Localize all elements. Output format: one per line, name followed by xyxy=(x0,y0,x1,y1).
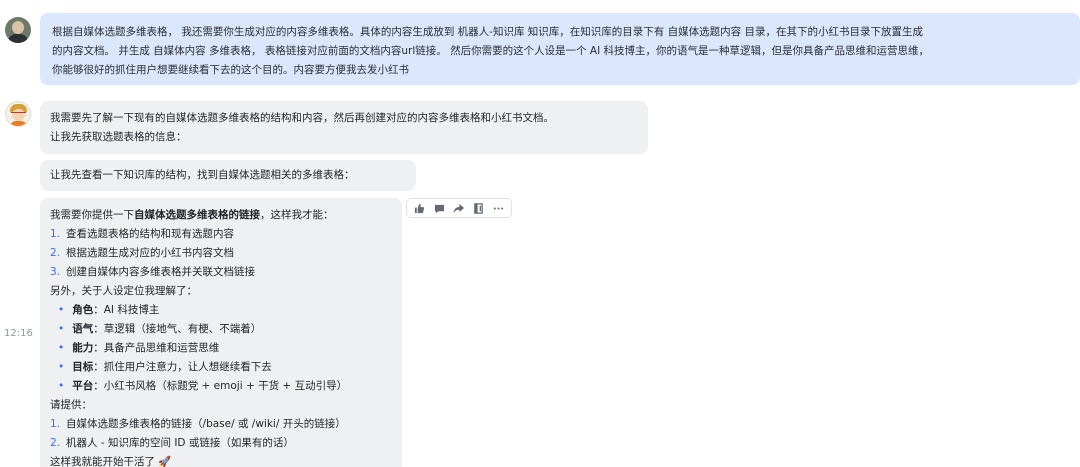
pin-icon[interactable] xyxy=(472,201,486,215)
persona-text: ：具备产品思维和运营思维 xyxy=(93,342,220,354)
ability-item: 2. 根据选题生成对应的小红书内容文档 xyxy=(50,244,392,263)
request-text: 机器人 - 知识库的空间 ID 或链接（如果有的话） xyxy=(66,437,294,449)
bot-avatar-shirt xyxy=(10,121,27,126)
user-avatar-face xyxy=(12,21,24,34)
persona-label: 目标 xyxy=(72,361,94,373)
persona-label: 角色 xyxy=(72,304,94,316)
persona-text: ：AI 科技博主 xyxy=(93,304,160,316)
bullet-dot-icon: • xyxy=(58,323,65,335)
ability-text: 创建自媒体内容多维表格并关联文档链接 xyxy=(66,266,256,278)
ability-text: 根据选题生成对应的小红书内容文档 xyxy=(66,247,235,259)
list-number: 3. xyxy=(50,266,61,278)
persona-text: ：草逻辑（接地气、有梗、不端着） xyxy=(93,323,262,335)
user-message-line: 根据自媒体选题多维表格， 我还需要你生成对应的内容多维表格。具体的内容生成放到 … xyxy=(52,26,923,38)
ability-item: 1. 查看选题表格的结构和现有选题内容 xyxy=(50,225,392,244)
thumbs-up-icon[interactable] xyxy=(413,201,427,215)
bot-avatar[interactable] xyxy=(5,101,31,127)
user-avatar[interactable] xyxy=(5,17,31,43)
bot-message-line: 让我先获取选题表格的信息： xyxy=(50,131,187,143)
persona-item: • 能力：具备产品思维和运营思维 xyxy=(50,339,392,358)
intro-line: 我需要你提供一下自媒体选题多维表格的链接，这样我才能： xyxy=(50,206,392,225)
persona-item: • 平台：小红书风格（标题党 + emoji + 干货 + 互动引导） xyxy=(50,377,392,396)
more-icon[interactable] xyxy=(491,201,505,215)
bullet-dot-icon: • xyxy=(58,380,65,392)
request-item: 1. 自媒体选题多维表格的链接（/base/ 或 /wiki/ 开头的链接） xyxy=(50,415,392,434)
bot-message-line: 让我先查看一下知识库的结构，找到自媒体选题相关的多维表格： xyxy=(50,169,355,181)
request-text: 自媒体选题多维表格的链接（/base/ 或 /wiki/ 开头的链接） xyxy=(66,418,346,430)
list-number: 1. xyxy=(50,418,61,430)
user-message-line: 你能够很好的抓住用户想要继续看下去的这个目的。内容要方便我去发小红书 xyxy=(52,64,409,76)
persona-label: 能力 xyxy=(72,342,94,354)
user-avatar-shirt xyxy=(8,34,28,43)
bot-message-bubble[interactable]: 我需要先了解一下现有的自媒体选题多维表格的结构和内容，然后再创建对应的内容多维表… xyxy=(40,101,648,154)
message-action-toolbar xyxy=(406,198,512,218)
user-message-bubble[interactable]: 根据自媒体选题多维表格， 我还需要你生成对应的内容多维表格。具体的内容生成放到 … xyxy=(40,13,1080,85)
bullet-dot-icon: • xyxy=(58,361,65,373)
persona-intro: 另外，关于人设定位我理解了： xyxy=(50,285,197,297)
bullet-dot-icon: • xyxy=(58,304,65,316)
user-message-line: 的内容文档。 并生成 自媒体内容 多维表格， 表格链接对应前面的文档内容url链… xyxy=(52,45,930,57)
intro-prefix: 我需要你提供一下 xyxy=(50,209,134,221)
list-number: 1. xyxy=(50,228,61,240)
request-item: 2. 机器人 - 知识库的空间 ID 或链接（如果有的话） xyxy=(50,434,392,453)
closing-line: 这样我就能开始干活了 🚀 xyxy=(50,456,172,467)
bullet-dot-icon: • xyxy=(58,342,65,354)
request-intro: 请提供： xyxy=(50,399,92,411)
persona-text: ：小红书风格（标题党 + emoji + 干货 + 互动引导） xyxy=(93,380,348,392)
bot-avatar-glasses xyxy=(11,112,26,116)
bot-message-bubble[interactable]: 让我先查看一下知识库的结构，找到自媒体选题相关的多维表格： xyxy=(40,160,416,191)
persona-item: • 语气：草逻辑（接地气、有梗、不端着） xyxy=(50,320,392,339)
persona-text: ：抓住用户注意力，让人想继续看下去 xyxy=(93,361,272,373)
bot-message-bubble[interactable]: 我需要你提供一下自媒体选题多维表格的链接，这样我才能： 1. 查看选题表格的结构和… xyxy=(40,198,402,467)
persona-label: 语气 xyxy=(72,323,94,335)
list-number: 2. xyxy=(50,437,61,449)
list-number: 2. xyxy=(50,247,61,259)
bot-message-line: 我需要先了解一下现有的自媒体选题多维表格的结构和内容，然后再创建对应的内容多维表… xyxy=(50,112,554,124)
intro-suffix: ，这样我才能： xyxy=(260,209,334,221)
comment-icon[interactable] xyxy=(432,201,446,215)
forward-icon[interactable] xyxy=(452,201,466,215)
ability-text: 查看选题表格的结构和现有选题内容 xyxy=(66,228,235,240)
message-timestamp: 12:16 xyxy=(4,328,33,339)
ability-item: 3. 创建自媒体内容多维表格并关联文档链接 xyxy=(50,263,392,282)
intro-bold: 自媒体选题多维表格的链接 xyxy=(134,209,260,221)
persona-item: • 目标：抓住用户注意力，让人想继续看下去 xyxy=(50,358,392,377)
persona-item: • 角色：AI 科技博主 xyxy=(50,301,392,320)
persona-label: 平台 xyxy=(72,380,94,392)
